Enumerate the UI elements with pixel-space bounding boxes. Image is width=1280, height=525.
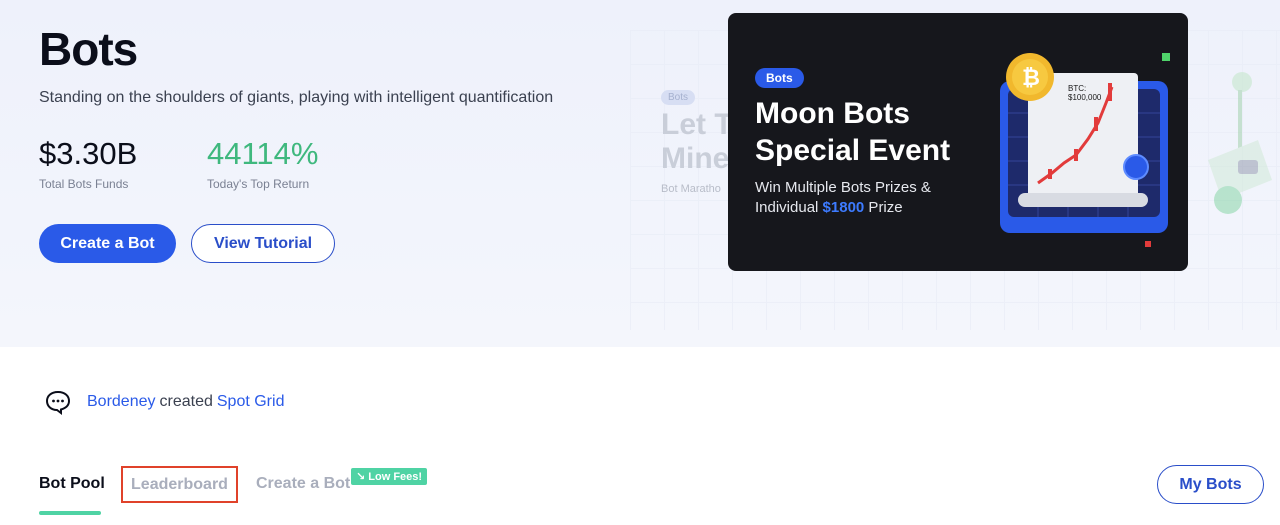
chat-bubble-icon bbox=[45, 390, 71, 415]
banner-desc-suffix: Prize bbox=[864, 199, 903, 216]
page-title: Bots bbox=[39, 23, 138, 75]
chart-label-line1: BTC: bbox=[1068, 84, 1086, 93]
ghost-slide-subtitle: Bot Maratho bbox=[661, 183, 721, 195]
top-return-label: Today's Top Return bbox=[207, 177, 310, 191]
total-funds-label: Total Bots Funds bbox=[39, 177, 129, 191]
ghost-slide-title-line2: Mine bbox=[661, 142, 730, 175]
low-fees-badge: ↘ Low Fees! bbox=[351, 468, 428, 485]
banner-description: Win Multiple Bots Prizes & Individual $1… bbox=[755, 178, 995, 218]
tab-leaderboard[interactable]: Leaderboard bbox=[121, 466, 238, 503]
banner-prize-amount: $1800 bbox=[822, 199, 865, 216]
page-subtitle: Standing on the shoulders of giants, pla… bbox=[39, 89, 554, 106]
tab-create-bot[interactable]: Create a Bot bbox=[256, 475, 350, 493]
activity-strategy-link[interactable]: Spot Grid bbox=[217, 393, 285, 411]
ghost-slide-badge: Bots bbox=[661, 90, 696, 105]
activity-user-link[interactable]: Bordeney bbox=[87, 393, 156, 411]
chart-label-line2: $100,000 bbox=[1068, 93, 1102, 102]
promo-banner[interactable]: Bots Moon Bots Special Event Win Multipl… bbox=[728, 13, 1188, 271]
tab-active-indicator bbox=[39, 511, 101, 515]
view-tutorial-button[interactable]: View Tutorial bbox=[191, 224, 335, 263]
activity-action-text: created bbox=[159, 393, 213, 410]
tab-leaderboard-label: Leaderboard bbox=[131, 475, 228, 493]
total-funds-value: $3.30B bbox=[39, 136, 138, 171]
tab-bot-pool[interactable]: Bot Pool bbox=[39, 475, 105, 493]
create-bot-button[interactable]: Create a Bot bbox=[39, 224, 176, 263]
banner-title: Moon Bots Special Event bbox=[755, 97, 951, 167]
bitcoin-icon: ₿ bbox=[1022, 66, 1040, 91]
activity-feed-item: Bordeney created Spot Grid bbox=[45, 389, 284, 415]
top-return-value: 44114% bbox=[207, 136, 319, 171]
side-decoration-illustration bbox=[1208, 72, 1272, 214]
my-bots-button[interactable]: My Bots bbox=[1157, 465, 1264, 504]
bitcoin-chart-illustration: BTC: $100,000 ₿ bbox=[1000, 53, 1170, 247]
banner-badge: Bots bbox=[755, 68, 804, 88]
ghost-slide-title-line1: Let T bbox=[661, 108, 733, 141]
hero-section: Bots Standing on the shoulders of giants… bbox=[0, 0, 1280, 347]
